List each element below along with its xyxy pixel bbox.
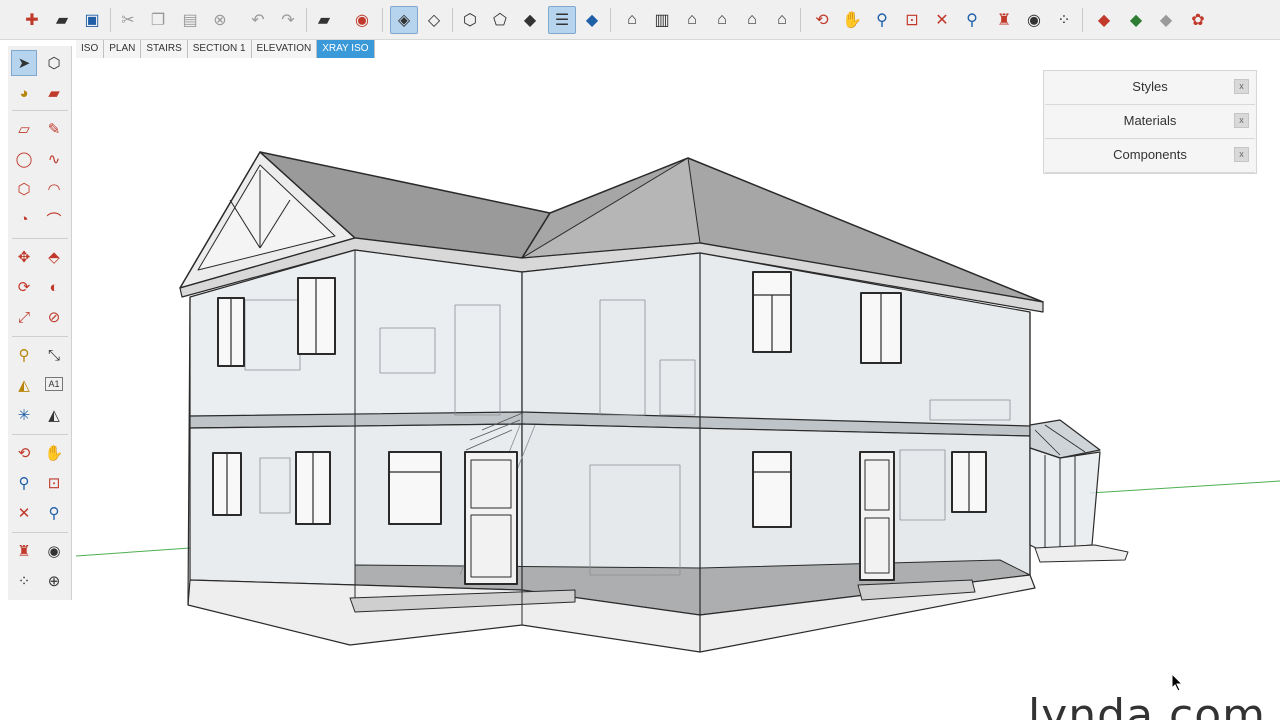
zoom-icon[interactable]: ⚲ — [868, 6, 896, 34]
wireframe-cube-icon[interactable]: ⬡ — [456, 6, 484, 34]
footprints-icon[interactable]: ⁘ — [1050, 6, 1078, 34]
iso-house-icon[interactable]: ⌂ — [618, 6, 646, 34]
materials-panel-title[interactable]: Materials — [1045, 106, 1255, 136]
scissors-icon[interactable]: ✂ — [114, 6, 142, 34]
orbit-icon[interactable]: ⟲ — [11, 440, 37, 466]
share-model-icon[interactable]: ◆ — [1122, 6, 1150, 34]
materials-panel[interactable]: Materials x — [1045, 106, 1255, 139]
zoom-extents-icon[interactable]: ✕ — [11, 500, 37, 526]
move-icon[interactable]: ✥ — [11, 244, 37, 270]
sketchup-window: ✚ ▰ ▣ ✂ ❐ ▤ ⊗ ↶ ↷ ▰ ◉ ◈ ◇ ⬡ ⬠ ◆ ☰ ◆ ⌂ ▥ … — [0, 0, 1280, 720]
back-edges-cube-icon[interactable]: ◇ — [420, 6, 448, 34]
components-panel-title[interactable]: Components — [1045, 140, 1255, 170]
circle-icon[interactable]: ◯ — [11, 146, 37, 172]
styles-panel[interactable]: Styles x — [1045, 72, 1255, 105]
pie-icon[interactable]: ◔ — [11, 206, 37, 232]
push-pull-icon[interactable]: ⬘ — [41, 244, 67, 270]
3d-text-icon[interactable]: ◭ — [41, 402, 67, 428]
top-house-icon[interactable]: ▥ — [648, 6, 676, 34]
green-axis-left — [76, 547, 191, 557]
previous-view-icon[interactable]: ⚲ — [958, 6, 986, 34]
green-axis-right — [1089, 480, 1280, 494]
copy-icon[interactable]: ❐ — [144, 6, 172, 34]
position-camera-icon[interactable]: ♜ — [11, 538, 37, 564]
main-toolbar: ✚ ▰ ▣ ✂ ❐ ▤ ⊗ ↶ ↷ ▰ ◉ ◈ ◇ ⬡ ⬠ ◆ ☰ ◆ ⌂ ▥ … — [0, 0, 1280, 40]
freehand-icon[interactable]: ∿ — [41, 146, 67, 172]
front-house-icon[interactable]: ⌂ — [678, 6, 706, 34]
components-panel[interactable]: Components x — [1045, 140, 1255, 173]
extension-warehouse-icon[interactable]: ✿ — [1184, 6, 1212, 34]
styles-panel-title[interactable]: Styles — [1045, 72, 1255, 102]
eye-icon[interactable]: ◉ — [41, 538, 67, 564]
arc-3pt-icon[interactable]: ⌒ — [41, 206, 67, 232]
offset-icon[interactable]: ⊘ — [41, 304, 67, 330]
pencil-icon[interactable]: ✎ — [41, 116, 67, 142]
text-tool-icon[interactable]: A1 — [45, 377, 63, 391]
back-house-icon[interactable]: ⌂ — [738, 6, 766, 34]
zoom-window-icon[interactable]: ⊡ — [898, 6, 926, 34]
zoom-extents-icon[interactable]: ✕ — [928, 6, 956, 34]
monochrome-cube-icon[interactable]: ◆ — [578, 6, 606, 34]
tab-iso[interactable]: ISO — [76, 40, 105, 58]
house-geometry — [179, 151, 1129, 653]
rotate-icon[interactable]: ⟳ — [11, 274, 37, 300]
close-icon[interactable]: x — [1234, 79, 1249, 94]
scale-icon[interactable]: ⤢ — [11, 304, 37, 330]
protractor-icon[interactable]: ◭ — [11, 372, 37, 398]
rectangle-icon[interactable]: ▱ — [11, 116, 37, 142]
arrow-cursor-icon[interactable]: ➤ — [11, 50, 37, 76]
tape-measure-icon[interactable]: ⚲ — [11, 342, 37, 368]
section-plane-icon[interactable]: ⊕ — [41, 568, 67, 594]
previous-view-icon[interactable]: ⚲ — [41, 500, 67, 526]
shaded-textures-cube-icon[interactable]: ☰ — [548, 6, 576, 34]
footprints-icon[interactable]: ⁘ — [11, 568, 37, 594]
default-tray: Styles x Materials x Components x — [1043, 70, 1257, 174]
hidden-line-cube-icon[interactable]: ⬠ — [486, 6, 514, 34]
eraser-icon[interactable]: ▰ — [41, 80, 67, 106]
watermark: lynda.com — [1028, 690, 1267, 720]
zoom-window-icon[interactable]: ⊡ — [41, 470, 67, 496]
tool-palette: ➤ ⬡ ◕ ▰ ▱ ✎ ◯ ∿ ⬡ ◠ ◔ ⌒ ✥ ⬘ ⟳ ◐ ⤢ ⊘ ⚲ ⤡ … — [8, 46, 72, 600]
position-camera-icon[interactable]: ♜ — [990, 6, 1018, 34]
printer-icon[interactable]: ▰ — [310, 6, 338, 34]
3d-warehouse-icon[interactable]: ◆ — [1090, 6, 1118, 34]
tab-elevation[interactable]: ELEVATION — [251, 40, 318, 58]
shaded-cube-icon[interactable]: ◆ — [516, 6, 544, 34]
close-icon[interactable]: x — [1234, 113, 1249, 128]
tab-section-1[interactable]: SECTION 1 — [187, 40, 252, 58]
dimension-icon[interactable]: ⤡ — [41, 342, 67, 368]
roof-hip-face — [521, 157, 701, 259]
xray-cube-icon[interactable]: ◈ — [390, 6, 418, 34]
paint-bucket-icon[interactable]: ◕ — [11, 80, 37, 106]
model-info-icon[interactable]: ◉ — [348, 6, 376, 34]
right-house-icon[interactable]: ⌂ — [708, 6, 736, 34]
polygon-icon[interactable]: ⬡ — [11, 176, 37, 202]
redo-icon[interactable]: ↷ — [274, 6, 302, 34]
tab-plan[interactable]: PLAN — [104, 40, 142, 58]
conservatory — [1029, 419, 1129, 563]
tab-xray-iso[interactable]: XRAY ISO — [317, 40, 375, 58]
pan-hand-icon[interactable]: ✋ — [41, 440, 67, 466]
get-models-icon[interactable]: ◆ — [1152, 6, 1180, 34]
follow-me-icon[interactable]: ◐ — [41, 274, 67, 300]
orbit-icon[interactable]: ⟲ — [808, 6, 836, 34]
paste-icon[interactable]: ▤ — [176, 6, 204, 34]
floppy-disk-icon[interactable]: ▣ — [78, 6, 106, 34]
zoom-icon[interactable]: ⚲ — [11, 470, 37, 496]
new-document-icon[interactable]: ✚ — [18, 6, 46, 34]
pan-hand-icon[interactable]: ✋ — [838, 6, 866, 34]
eye-icon[interactable]: ◉ — [1020, 6, 1048, 34]
arc-icon[interactable]: ◠ — [41, 176, 67, 202]
close-icon[interactable]: x — [1234, 147, 1249, 162]
tab-stairs[interactable]: STAIRS — [141, 40, 188, 58]
scene-tabs: ISO PLAN STAIRS SECTION 1 ELEVATION XRAY… — [76, 40, 375, 58]
make-component-icon[interactable]: ⬡ — [41, 50, 67, 76]
folder-open-icon[interactable]: ▰ — [48, 6, 76, 34]
undo-icon[interactable]: ↶ — [244, 6, 272, 34]
axes-icon[interactable]: ✳ — [11, 402, 37, 428]
left-house-icon[interactable]: ⌂ — [768, 6, 796, 34]
erase-icon[interactable]: ⊗ — [206, 6, 234, 34]
